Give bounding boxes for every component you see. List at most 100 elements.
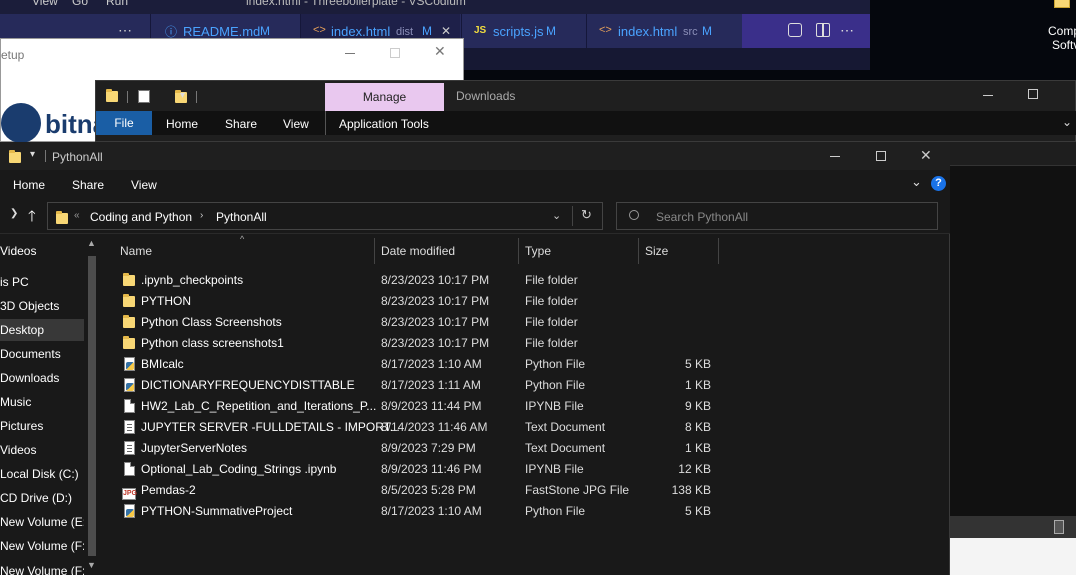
table-row[interactable]: Optional_Lab_Coding_Strings .ipynb 8/9/2… bbox=[120, 459, 720, 480]
column-header-name[interactable]: Name bbox=[120, 244, 152, 258]
nav-item-videos[interactable]: Videos bbox=[0, 244, 36, 258]
table-row[interactable]: .ipynb_checkpoints 8/23/2023 10:17 PM Fi… bbox=[120, 270, 720, 291]
tab-application-tools[interactable]: Application Tools bbox=[339, 117, 429, 131]
background-window bbox=[950, 166, 1076, 516]
tab-view[interactable]: View bbox=[131, 178, 157, 192]
compare-icon[interactable] bbox=[788, 23, 802, 37]
nav-scrollbar[interactable]: ▲ ▼ bbox=[84, 234, 100, 575]
file-date: 8/9/2023 11:44 PM bbox=[381, 399, 482, 413]
tab-index-src[interactable]: <> index.html src M bbox=[586, 14, 742, 48]
maximize-button[interactable] bbox=[876, 151, 886, 161]
desktop-icon[interactable] bbox=[1054, 0, 1070, 8]
table-row[interactable]: JPG Pemdas-2 8/5/2023 5:28 PM FastStone … bbox=[120, 480, 720, 501]
table-row[interactable]: BMIcalc 8/17/2023 1:10 AM Python File 5 … bbox=[120, 354, 720, 375]
maximize-button[interactable] bbox=[390, 48, 400, 58]
file-type: Python File bbox=[525, 357, 586, 371]
menu-go[interactable]: Go bbox=[72, 0, 88, 8]
nav-item-pictures[interactable]: Pictures bbox=[0, 419, 43, 433]
nav-item-new-volume-e[interactable]: New Volume (E:) bbox=[0, 515, 90, 529]
table-row[interactable]: Python Class Screenshots 8/23/2023 10:17… bbox=[120, 312, 720, 333]
nav-item-3d-objects[interactable]: 3D Objects bbox=[0, 299, 59, 313]
address-bar[interactable]: « Coding and Python › PythonAll ⌄ ↻ bbox=[47, 202, 603, 230]
setup-logo bbox=[1, 103, 41, 143]
nav-item-desktop-label: Desktop bbox=[0, 323, 45, 337]
tab-index-src-label: index.html bbox=[618, 24, 678, 39]
tab-index-src-path: src bbox=[683, 26, 698, 38]
table-row[interactable]: PYTHON-SummativeProject 8/17/2023 1:10 A… bbox=[120, 501, 720, 522]
tab-scripts[interactable]: JS scripts.js M bbox=[461, 14, 585, 48]
nav-item-documents[interactable]: Documents bbox=[0, 347, 61, 361]
table-row[interactable]: PYTHON 8/23/2023 10:17 PM File folder bbox=[120, 291, 720, 312]
tab-home[interactable]: Home bbox=[13, 178, 45, 192]
tab-file[interactable]: File bbox=[96, 111, 152, 135]
file-type: Text Document bbox=[525, 420, 606, 434]
file-name: .ipynb_checkpoints bbox=[141, 273, 244, 287]
recent-locations-icon[interactable]: ❯ bbox=[10, 208, 18, 219]
file-name: BMIcalc bbox=[141, 357, 184, 371]
ribbon-context-manage[interactable]: Manage bbox=[325, 83, 444, 111]
table-row[interactable]: Python class screenshots1 8/23/2023 10:1… bbox=[120, 333, 720, 354]
menu-view[interactable]: View bbox=[32, 0, 58, 8]
close-button[interactable]: ✕ bbox=[920, 147, 932, 164]
tab-share[interactable]: Share bbox=[72, 178, 104, 192]
nav-item-local-disk-c[interactable]: Local Disk (C:) bbox=[0, 467, 79, 481]
maximize-button[interactable] bbox=[1028, 89, 1038, 99]
file-list: .ipynb_checkpoints 8/23/2023 10:17 PM Fi… bbox=[100, 270, 950, 570]
folder-icon bbox=[123, 315, 135, 328]
tab-view[interactable]: View bbox=[283, 117, 309, 131]
minimize-button[interactable] bbox=[983, 95, 993, 96]
breadcrumb-separator-icon: › bbox=[200, 210, 204, 221]
column-header-type[interactable]: Type bbox=[525, 244, 551, 258]
minimize-button[interactable] bbox=[345, 53, 355, 54]
scroll-up-icon[interactable]: ▲ bbox=[87, 238, 96, 248]
expand-ribbon-icon[interactable]: ⌄ bbox=[1062, 115, 1072, 129]
breadcrumb-coding-and-python[interactable]: Coding and Python bbox=[90, 210, 192, 224]
table-row[interactable]: DICTIONARYFREQUENCYDISTTABLE 8/17/2023 1… bbox=[120, 375, 720, 396]
scrollbar-grip-icon[interactable] bbox=[1054, 520, 1064, 534]
breadcrumb-chevron-icon: « bbox=[74, 210, 80, 221]
customize-icon[interactable]: ▾ bbox=[180, 90, 185, 101]
tab-file-label: File bbox=[114, 116, 134, 130]
nav-item-new-volume-f[interactable]: New Volume (F:) bbox=[0, 539, 89, 553]
close-icon[interactable]: ✕ bbox=[441, 24, 451, 38]
help-icon[interactable]: ? bbox=[931, 176, 946, 191]
more-actions-icon[interactable]: ⋯ bbox=[840, 22, 854, 39]
background-window bbox=[950, 538, 1076, 575]
file-name: JupyterServerNotes bbox=[141, 441, 248, 455]
more-actions-icon[interactable]: ⋯ bbox=[118, 22, 132, 39]
nav-item-videos[interactable]: Videos bbox=[0, 443, 36, 457]
scroll-down-icon[interactable]: ▼ bbox=[87, 560, 96, 570]
address-dropdown-icon[interactable]: ⌄ bbox=[552, 209, 561, 222]
close-button[interactable]: ✕ bbox=[434, 43, 446, 60]
nav-item-cd-drive-d[interactable]: CD Drive (D:) bbox=[0, 491, 72, 505]
nav-item-this-pc[interactable]: is PC bbox=[0, 275, 29, 289]
tab-share[interactable]: Share bbox=[225, 117, 257, 131]
vscode-menu-bar: View Go Run index.html - Threeboilerplat… bbox=[0, 0, 870, 8]
expand-ribbon-icon[interactable]: ⌄ bbox=[911, 174, 922, 190]
tab-index-dist-badge: M bbox=[422, 24, 432, 38]
nav-item-new-volume-f[interactable]: New Volume (F:) bbox=[0, 564, 89, 575]
table-row[interactable]: HW2_Lab_C_Repetition_and_Iterations_P...… bbox=[120, 396, 720, 417]
scroll-thumb[interactable] bbox=[88, 256, 96, 556]
file-date: 8/5/2023 5:28 PM bbox=[381, 483, 476, 497]
nav-item-downloads[interactable]: Downloads bbox=[0, 371, 59, 385]
python-file-icon bbox=[124, 357, 135, 371]
column-header-date[interactable]: Date modified bbox=[381, 244, 455, 258]
file-date: 8/23/2023 10:17 PM bbox=[381, 294, 490, 308]
up-arrow-icon[interactable]: 🡑 bbox=[28, 206, 36, 231]
table-row[interactable]: JupyterServerNotes 8/9/2023 7:29 PM Text… bbox=[120, 438, 720, 459]
tab-home[interactable]: Home bbox=[166, 117, 198, 131]
menu-run[interactable]: Run bbox=[106, 0, 128, 8]
column-header-size[interactable]: Size bbox=[645, 244, 668, 258]
table-row[interactable]: JUPYTER SERVER -FULLDETAILS - IMPORT... … bbox=[120, 417, 720, 438]
refresh-icon[interactable]: ↻ bbox=[581, 207, 592, 223]
nav-item-desktop[interactable]: Desktop bbox=[0, 319, 84, 341]
minimize-button[interactable] bbox=[830, 156, 840, 157]
nav-item-music[interactable]: Music bbox=[0, 395, 31, 409]
tab-index-dist-path: dist bbox=[396, 26, 414, 38]
customize-icon[interactable]: ▾ bbox=[30, 149, 35, 160]
properties-icon[interactable] bbox=[138, 90, 150, 103]
file-size: 1 KB bbox=[684, 441, 711, 455]
search-box[interactable]: Search PythonAll bbox=[616, 202, 938, 230]
breadcrumb-pythonall[interactable]: PythonAll bbox=[216, 210, 267, 224]
